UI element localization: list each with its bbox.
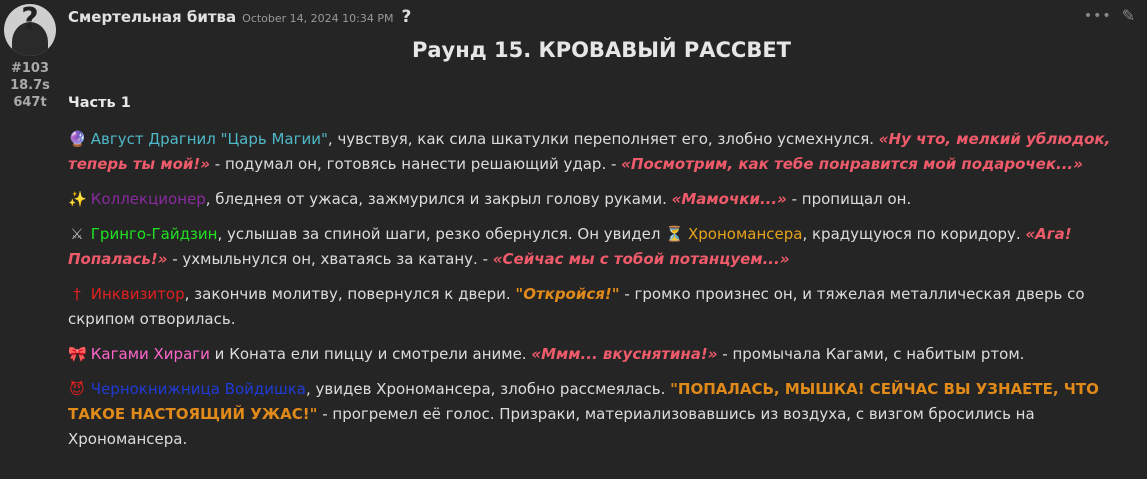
character-name-kagami: Кагами Хираги — [90, 345, 210, 363]
paragraph-text: , закончив молитву, повернулся к двери. — [184, 285, 516, 303]
quote: "Откройся!" — [515, 285, 620, 303]
character-name-avgust: Август Драгнил "Царь Магии" — [90, 130, 328, 148]
paragraph-text: - ухмыльнулся он, хватаясь за катану. - — [167, 250, 493, 268]
post-content: Часть 1 🔮 Август Драгнил "Царь Магии", ч… — [68, 91, 1138, 462]
character-name-hronomanser: Хрономансера — [687, 225, 803, 243]
quote: «Мамочки...» — [671, 190, 787, 208]
post-date: October 14, 2024 10:34 PM — [242, 12, 394, 25]
paragraph-text: - пропищал он. — [786, 190, 912, 208]
character-name-gringo: Гринго-Гайдзин — [90, 225, 218, 243]
quote: «Посмотрим, как тебе понравится мой пода… — [621, 155, 1083, 173]
character-name-kollekcioner: Коллекционер — [90, 190, 206, 208]
edit-pencil-icon[interactable]: ✎ — [1122, 6, 1135, 25]
paragraph-text: , услышав за спиной шаги, резко обернулс… — [217, 225, 666, 243]
character-name-inkvizitor: Инквизитор — [90, 285, 185, 303]
paragraph-necro: 😈 Чернокнижница Войдишка, увидев Хронома… — [68, 377, 1138, 452]
paragraph-text: , увидев Хрономансера, злобно рассмеялас… — [305, 380, 671, 398]
paragraph-inkvizitor: † Инквизитор, закончив молитву, повернул… — [68, 282, 1138, 332]
crystal-ball-icon: 🔮 — [68, 130, 87, 148]
paragraph-text: , бледнея от ужаса, зажмурился и закрыл … — [205, 190, 672, 208]
paragraph-text: - подумал он, готовясь нанести решающий … — [210, 155, 622, 173]
crossed-swords-icon: ⚔ — [70, 225, 84, 243]
paragraph-gringo: ⚔ Гринго-Гайдзин, услышав за спиной шаги… — [68, 222, 1138, 272]
avatar[interactable]: ? — [4, 4, 56, 56]
post-header: Смертельная битва October 14, 2024 10:34… — [68, 7, 411, 29]
more-options-icon[interactable]: ••• — [1084, 8, 1112, 24]
devil-icon: 😈 — [69, 380, 85, 398]
hourglass-icon: ⏳ — [665, 225, 684, 243]
quote: «Сейчас мы с тобой потанцуем...» — [492, 250, 790, 268]
question-mark-icon: ? — [21, 4, 39, 37]
part-heading: Часть 1 — [68, 95, 131, 111]
character-name-necro: Чернокнижница Войдишка — [90, 380, 306, 398]
dagger-cross-icon: † — [73, 285, 81, 303]
token-stat: 647t — [13, 95, 47, 110]
post-title: Раунд 15. КРОВАВЫЙ РАССВЕТ — [411, 38, 791, 62]
post-number: #103 — [10, 61, 50, 76]
ribbon-icon: 🎀 — [68, 345, 87, 363]
paragraph-text: - промычала Кагами, с набитым ртом. — [717, 345, 1025, 363]
author-stats: #103 18.7s 647t — [0, 60, 58, 111]
quote: «Ммм... вкуснятина!» — [531, 345, 718, 363]
sparkles-icon: ✨ — [68, 190, 87, 208]
paragraph-kagami: 🎀 Кагами Хираги и Коната ели пиццу и смо… — [68, 342, 1138, 367]
paragraph-kollekcioner: ✨ Коллекционер, бледнея от ужаса, зажмур… — [68, 187, 1138, 212]
author-name[interactable]: Смертельная битва — [68, 8, 236, 26]
paragraph-text: , крадущуюся по коридору. — [802, 225, 1026, 243]
author-sidebar: ? #103 18.7s 647t — [0, 0, 58, 111]
paragraph-avgust: 🔮 Август Драгнил "Царь Магии", чувствуя,… — [68, 127, 1138, 177]
time-stat: 18.7s — [10, 78, 50, 93]
paragraph-text: , чувствуя, как сила шкатулки переполняе… — [327, 130, 879, 148]
paragraph-text: и Коната ели пиццу и смотрели аниме. — [209, 345, 532, 363]
help-icon[interactable]: ? — [401, 7, 411, 27]
post-tools: ••• ✎ — [1084, 6, 1135, 25]
